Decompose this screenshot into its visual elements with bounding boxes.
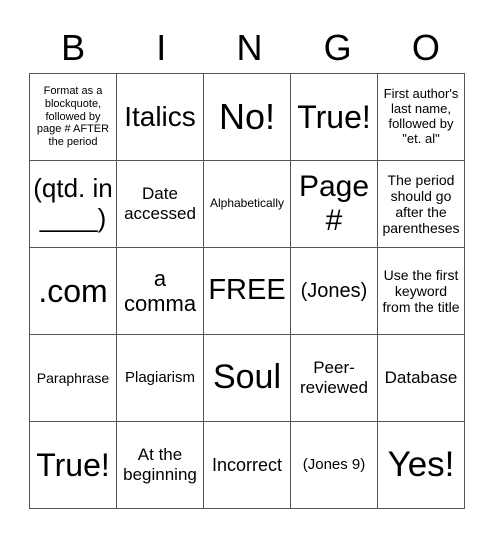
bingo-cell[interactable]: Alphabetically [203,160,291,248]
bingo-row: Paraphrase Plagiarism Soul Peer-reviewed Dat… [29,334,465,422]
bingo-cell[interactable]: Incorrect [203,421,291,509]
bingo-cell[interactable]: Paraphrase [29,334,117,422]
bingo-cell[interactable]: Peer-reviewed [290,334,378,422]
bingo-cell[interactable]: Plagiarism [116,334,204,422]
bingo-cell[interactable]: a comma [116,247,204,335]
bingo-cell[interactable]: Page # [290,160,378,248]
bingo-cell[interactable]: The period should go after the parenthes… [377,160,465,248]
bingo-cell[interactable]: No! [203,73,291,161]
free-space[interactable]: FREE [203,247,291,335]
bingo-header: BINGO [29,26,470,70]
bingo-cell[interactable]: Date accessed [116,160,204,248]
bingo-row: (qtd. in ____) Date accessed Alphabeticall… [29,160,465,248]
header-letter: I [156,27,167,68]
bingo-card: Format as a blockquote, followed by page… [29,73,465,509]
bingo-cell[interactable]: Use the first keyword from the title [377,247,465,335]
bingo-row: .com a comma FREE (Jones) Use the first keyw… [29,247,465,335]
bingo-row: True! At the beginning Incorrect (Jones 9) Y… [29,421,465,509]
bingo-cell[interactable]: (Jones 9) [290,421,378,509]
header-letter: G [323,27,352,68]
bingo-cell[interactable]: Database [377,334,465,422]
bingo-cell[interactable]: First author's last name, followed by "e… [377,73,465,161]
header-letter: O [411,27,440,68]
bingo-cell[interactable]: .com [29,247,117,335]
bingo-cell[interactable]: Italics [116,73,204,161]
bingo-cell[interactable]: Yes! [377,421,465,509]
bingo-cell[interactable]: True! [290,73,378,161]
bingo-cell[interactable]: Soul [203,334,291,422]
bingo-cell[interactable]: At the beginning [116,421,204,509]
bingo-row: Format as a blockquote, followed by page… [29,73,465,161]
bingo-cell[interactable]: True! [29,421,117,509]
bingo-cell[interactable]: (qtd. in ____) [29,160,117,248]
bingo-cell[interactable]: Format as a blockquote, followed by page… [29,73,117,161]
bingo-cell[interactable]: (Jones) [290,247,378,335]
header-letter: B [61,27,86,68]
header-letter: N [236,27,263,68]
